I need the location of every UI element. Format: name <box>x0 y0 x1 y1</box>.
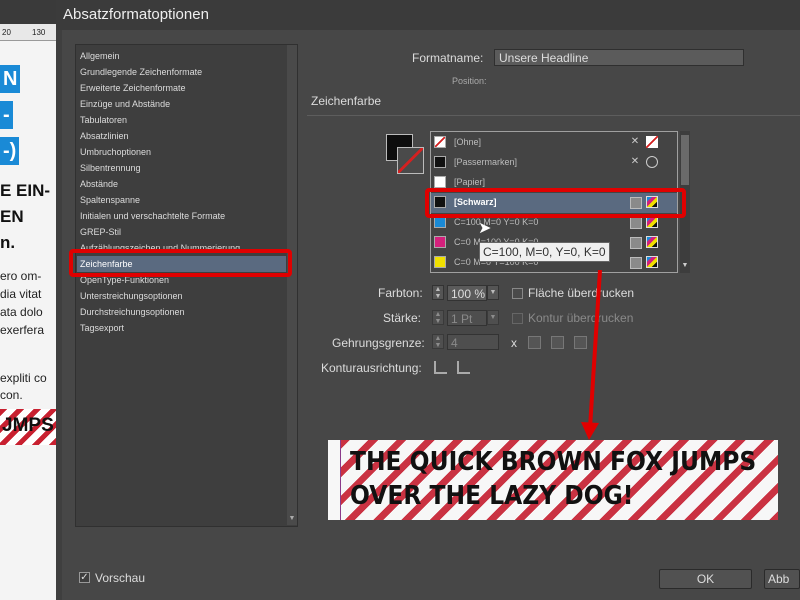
none-icon <box>646 136 658 148</box>
cannot-edit-icon: ✕ <box>630 136 640 147</box>
align-outside-stroke-icon[interactable] <box>457 361 470 374</box>
chevron-down-icon[interactable]: ▼ <box>487 285 499 300</box>
gehrungsgrenze-label: Gehrungsgrenze: <box>332 336 425 350</box>
category-item[interactable]: Durchstreichungsoptionen <box>80 304 185 320</box>
swatch-row[interactable]: [Ohne] ✕ <box>431 133 677 153</box>
doc-text-line: expliti co <box>0 371 47 385</box>
ruler-tick: 20 <box>2 28 11 37</box>
doc-text-line: ata dolo <box>0 305 43 319</box>
farbton-label: Farbton: <box>378 286 423 300</box>
swatch-tooltip: C=100, M=0, Y=0, K=0 <box>479 242 610 262</box>
preview-guide-line <box>340 440 341 520</box>
stroke-color-swatch[interactable] <box>397 147 424 174</box>
format-name-label: Formatname: <box>412 51 484 65</box>
swatch-row[interactable]: [Passermarken] ✕ <box>431 153 677 173</box>
swatch-chip <box>434 176 446 188</box>
ok-button[interactable]: OK <box>659 569 752 589</box>
doc-heading: N <box>0 65 21 93</box>
swatch-highlight-box <box>425 188 686 218</box>
doc-bold-line: E EIN- <box>0 181 51 200</box>
staerke-label: Stärke: <box>383 311 422 325</box>
gehrung-x-label: x <box>511 336 517 350</box>
mouse-cursor-icon: ➤ <box>478 220 492 237</box>
dialog-title: Absatzformatoptionen <box>63 6 209 23</box>
category-item[interactable]: Grundlegende Zeichenformate <box>80 64 202 80</box>
farbton-stepper[interactable]: ▲ ▼ <box>432 285 444 300</box>
swatch-chip <box>434 156 446 168</box>
process-color-icon <box>630 237 642 249</box>
category-highlight-box <box>69 249 292 277</box>
preview-line: THE QUICK BROWN FOX JUMPS <box>350 447 757 477</box>
cmyk-icon <box>630 256 658 269</box>
document-page: N - -) E EIN- EN n. ero om- dia vitat at… <box>0 41 62 600</box>
process-color-icon <box>630 217 642 229</box>
swatch-scroll-thumb[interactable] <box>681 135 689 185</box>
kontur-ueberdrucken-checkbox[interactable] <box>512 313 523 324</box>
swatch-chip <box>434 136 446 148</box>
swatch-name: [Ohne] <box>454 137 482 147</box>
category-list: Allgemein Grundlegende Zeichenformate Erwe… <box>75 44 298 527</box>
doc-heading: -) <box>0 137 20 165</box>
position-label: Position: <box>452 76 487 86</box>
align-center-stroke-icon[interactable] <box>434 361 447 374</box>
staerke-stepper[interactable]: ▲ ▼ <box>432 310 444 325</box>
category-item[interactable]: Absatzlinien <box>80 128 129 144</box>
category-item[interactable]: GREP-Stil <box>80 224 121 240</box>
cannot-edit-icon: ✕ <box>630 156 640 167</box>
vorschau-checkbox[interactable]: ✓ <box>79 572 90 583</box>
preview-line: OVER THE LAZY DOG! <box>350 481 634 511</box>
doc-text-line: dia vitat <box>0 287 42 301</box>
doc-stripe-text: JMPS <box>2 415 54 436</box>
round-join-icon[interactable] <box>551 336 564 349</box>
gehrungsgrenze-input[interactable]: 4 <box>447 334 499 350</box>
flaeche-ueberdrucken-checkbox[interactable] <box>512 288 523 299</box>
cmyk-icon <box>630 236 658 249</box>
doc-bold-line: EN <box>0 207 24 226</box>
doc-text-line: ero om- <box>0 269 42 283</box>
farbton-input[interactable]: 100 % <box>447 285 487 301</box>
category-item[interactable]: Silbentrennung <box>80 160 141 176</box>
category-item[interactable]: Initialen und verschachtelte Formate <box>80 208 225 224</box>
swatch-name: [Passermarken] <box>454 157 518 167</box>
konturausrichtung-label: Konturausrichtung: <box>321 361 422 375</box>
doc-heading: - <box>0 101 13 129</box>
annotation-arrow <box>581 270 602 440</box>
registration-icon <box>646 156 658 168</box>
swatch-chip <box>434 236 446 248</box>
category-item[interactable]: Erweiterte Zeichenformate <box>80 80 186 96</box>
section-divider <box>307 115 800 116</box>
scroll-down-icon[interactable]: ▼ <box>680 262 690 272</box>
format-name-input[interactable]: Unsere Headline <box>494 49 744 66</box>
category-item[interactable]: Tagsexport <box>80 320 124 336</box>
gehrungsgrenze-stepper[interactable]: ▲ ▼ <box>432 334 444 349</box>
doc-bold-line: n. <box>0 233 16 252</box>
dialog-border <box>56 30 62 600</box>
cancel-button[interactable]: Abb <box>764 569 800 589</box>
category-item[interactable]: Tabulatoren <box>80 112 127 128</box>
staerke-input[interactable]: 1 Pt <box>447 310 487 326</box>
scroll-down-icon[interactable]: ▼ <box>287 515 297 525</box>
vorschau-label: Vorschau <box>95 571 146 585</box>
ruler-tick: 130 <box>32 28 46 37</box>
section-title: Zeichenfarbe <box>311 94 382 108</box>
category-item[interactable]: Unterstreichungsoptionen <box>80 288 183 304</box>
chevron-down-icon[interactable]: ▼ <box>487 310 499 325</box>
category-item[interactable]: Einzüge und Abstände <box>80 96 170 112</box>
category-item[interactable]: Spaltenspanne <box>80 192 140 208</box>
swatch-chip <box>434 256 446 268</box>
category-item[interactable]: Allgemein <box>80 48 120 64</box>
ruler: 20 130 <box>0 24 62 41</box>
doc-stripe-headline: JMPS <box>0 409 62 445</box>
category-scrollbar[interactable] <box>287 45 297 525</box>
swatch-name: [Papier] <box>454 177 486 187</box>
miter-join-icon[interactable] <box>528 336 541 349</box>
category-item[interactable]: Umbruchoptionen <box>80 144 151 160</box>
swatch-name: C=100 M=0 Y=0 K=0 <box>454 217 539 227</box>
process-color-icon <box>630 257 642 269</box>
category-item[interactable]: Abstände <box>80 176 118 192</box>
doc-text-line: exerfera <box>0 323 45 337</box>
doc-text-line: con. <box>0 388 23 402</box>
